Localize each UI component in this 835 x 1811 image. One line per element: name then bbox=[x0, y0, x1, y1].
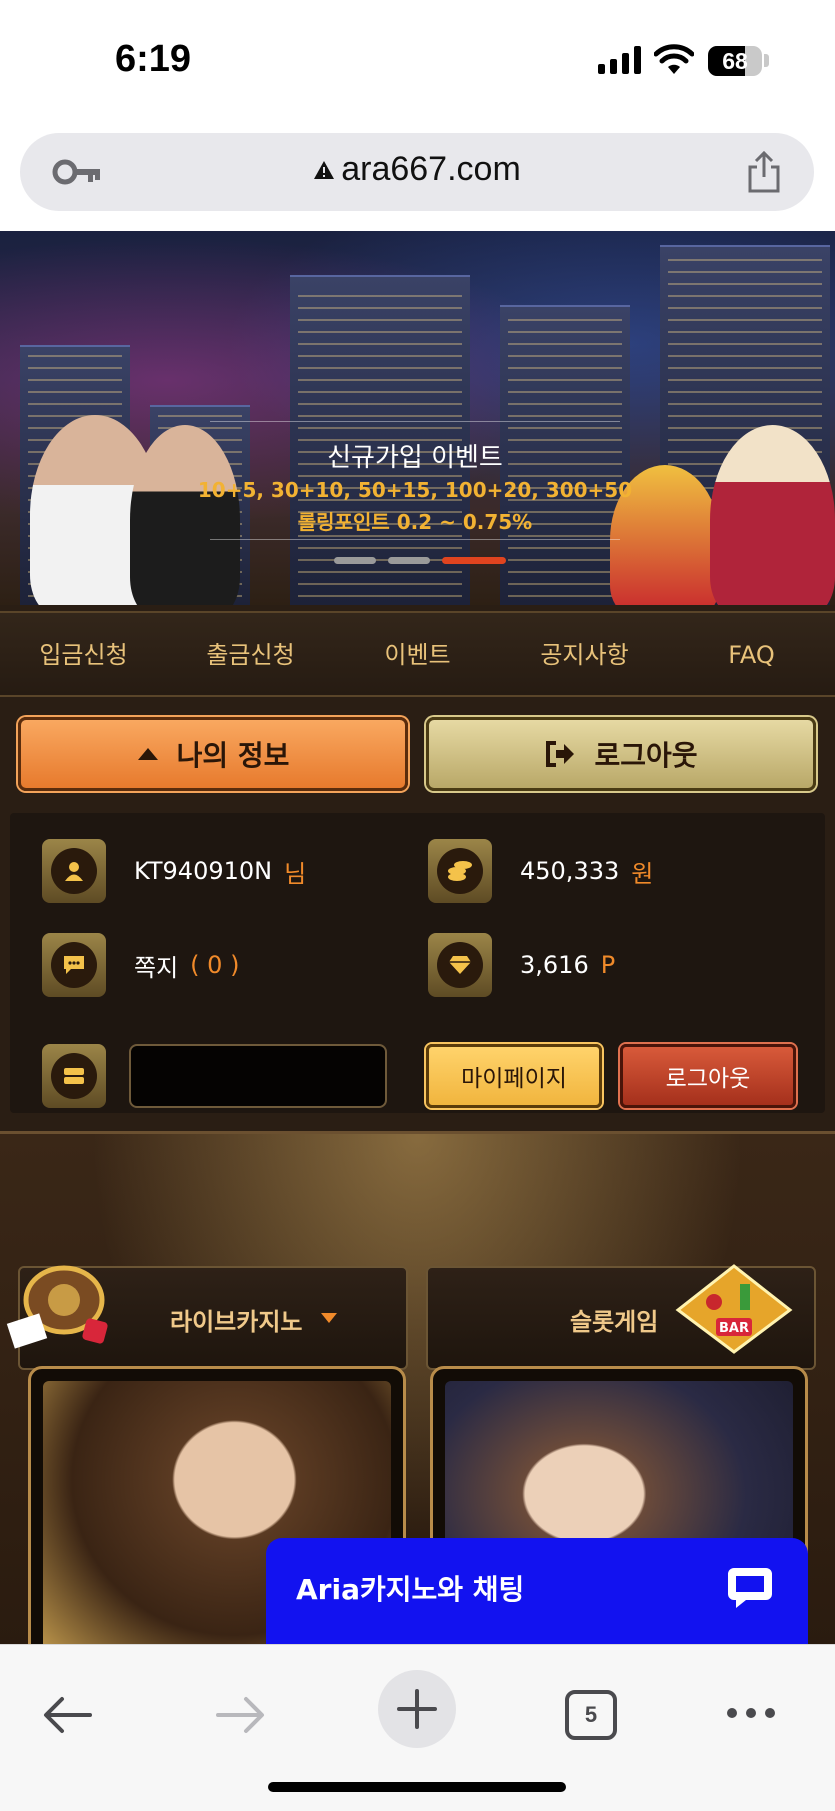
share-icon[interactable] bbox=[746, 151, 782, 193]
new-tab-button[interactable] bbox=[378, 1670, 456, 1748]
logout-small-button[interactable]: 로그아웃 bbox=[620, 1044, 796, 1108]
messages-label: 쪽지 bbox=[134, 953, 179, 982]
forward-arrow-icon[interactable] bbox=[216, 1695, 266, 1735]
nav-item[interactable]: 이벤트 bbox=[334, 613, 501, 695]
messages-count: ( 0 ) bbox=[190, 951, 240, 979]
nav-item[interactable]: FAQ bbox=[668, 613, 835, 695]
logout-label: 로그아웃 bbox=[594, 739, 698, 772]
account-button-row: 나의 정보 로그아웃 bbox=[18, 717, 816, 791]
wifi-icon bbox=[654, 44, 694, 74]
caret-down-icon bbox=[321, 1313, 337, 1323]
address-bar[interactable]: ara667.com bbox=[20, 133, 814, 211]
my-info-label: 나의 정보 bbox=[176, 739, 290, 772]
account-info-panel: KT940910N 님 450,333 원 쪽지 ( 0 ) 3,616 P 마… bbox=[10, 813, 825, 1113]
balance-unit: 원 bbox=[631, 859, 654, 888]
mascot-image bbox=[710, 425, 835, 605]
carousel-dot[interactable] bbox=[388, 557, 430, 564]
chat-bubble-icon bbox=[42, 933, 106, 997]
carousel-dot[interactable] bbox=[442, 557, 506, 564]
chat-widget[interactable]: Aria카지노와 채팅 bbox=[266, 1538, 808, 1644]
diamond-icon bbox=[428, 933, 492, 997]
logout-icon bbox=[546, 741, 575, 767]
status-time: 6:19 bbox=[115, 38, 192, 80]
points-unit: P bbox=[600, 951, 616, 979]
logout-button[interactable]: 로그아웃 bbox=[426, 717, 816, 791]
mypage-button[interactable]: 마이페이지 bbox=[426, 1044, 602, 1108]
my-info-button[interactable]: 나의 정보 bbox=[18, 717, 408, 791]
more-menu-icon[interactable] bbox=[726, 1707, 776, 1719]
points-row: 3,616 P bbox=[428, 933, 615, 997]
username-row: KT940910N 님 bbox=[42, 839, 306, 903]
wallet-row bbox=[42, 1044, 106, 1108]
banner-bonus-line: 10+5, 30+10, 50+15, 100+20, 300+50 bbox=[197, 478, 633, 502]
back-arrow-icon[interactable] bbox=[42, 1695, 92, 1735]
status-bar: 6:19 68 bbox=[0, 0, 835, 120]
battery-icon: 68 bbox=[708, 46, 762, 76]
nav-item[interactable]: 입금신청 bbox=[0, 613, 167, 695]
slot-machine-icon: BAR bbox=[675, 1264, 793, 1354]
messages-row[interactable]: 쪽지 ( 0 ) bbox=[42, 933, 239, 997]
battery-tip bbox=[764, 54, 769, 67]
account-input[interactable] bbox=[129, 1044, 387, 1108]
chat-label: Aria카지노와 채팅 bbox=[296, 1573, 525, 1606]
web-content: 신규가입 이벤트 10+5, 30+10, 50+15, 100+20, 300… bbox=[0, 231, 835, 1644]
live-casino-label: 라이브카지노 bbox=[170, 1308, 303, 1336]
slot-game-tab[interactable]: 슬롯게임 BAR bbox=[426, 1264, 816, 1370]
battery-percent: 68 bbox=[722, 48, 748, 74]
banner-title: 신규가입 이벤트 bbox=[327, 443, 503, 473]
main-nav: 입금신청 출금신청 이벤트 공지사항 FAQ bbox=[0, 611, 835, 697]
nav-item[interactable]: 공지사항 bbox=[501, 613, 668, 695]
username-suffix: 님 bbox=[284, 859, 307, 888]
username: KT940910N bbox=[134, 857, 273, 885]
promo-banner[interactable]: 신규가입 이벤트 10+5, 30+10, 50+15, 100+20, 300… bbox=[0, 231, 835, 605]
wallet-icon bbox=[42, 1044, 106, 1108]
balance-row: 450,333 원 bbox=[428, 839, 653, 903]
tab-count-button[interactable]: 5 bbox=[565, 1690, 617, 1740]
svg-text:BAR: BAR bbox=[719, 1321, 749, 1336]
plus-icon bbox=[397, 1689, 437, 1729]
roulette-icon bbox=[6, 1265, 108, 1349]
points-value: 3,616 bbox=[520, 951, 589, 979]
cellular-signal-icon bbox=[598, 46, 641, 74]
divider bbox=[210, 421, 620, 422]
warning-icon bbox=[313, 150, 335, 189]
url-display[interactable]: ara667.com bbox=[20, 150, 814, 189]
slot-game-label: 슬롯게임 bbox=[570, 1308, 659, 1336]
url-text: ara667.com bbox=[341, 150, 521, 188]
home-indicator bbox=[268, 1782, 566, 1792]
banner-rolling-line: 롤링포인트 0.2 ~ 0.75% bbox=[297, 510, 533, 534]
live-casino-tab[interactable]: 라이브카지노 bbox=[6, 1265, 408, 1370]
carousel-indicator[interactable] bbox=[334, 557, 506, 564]
divider bbox=[210, 539, 620, 540]
user-icon bbox=[42, 839, 106, 903]
caret-up-icon bbox=[137, 748, 158, 760]
coins-icon bbox=[428, 839, 492, 903]
balance-value: 450,333 bbox=[520, 857, 620, 885]
nav-item[interactable]: 출금신청 bbox=[167, 613, 334, 695]
chat-icon bbox=[728, 1568, 772, 1608]
carousel-dot[interactable] bbox=[334, 557, 376, 564]
banner-text: 신규가입 이벤트 10+5, 30+10, 50+15, 100+20, 300… bbox=[190, 437, 640, 535]
